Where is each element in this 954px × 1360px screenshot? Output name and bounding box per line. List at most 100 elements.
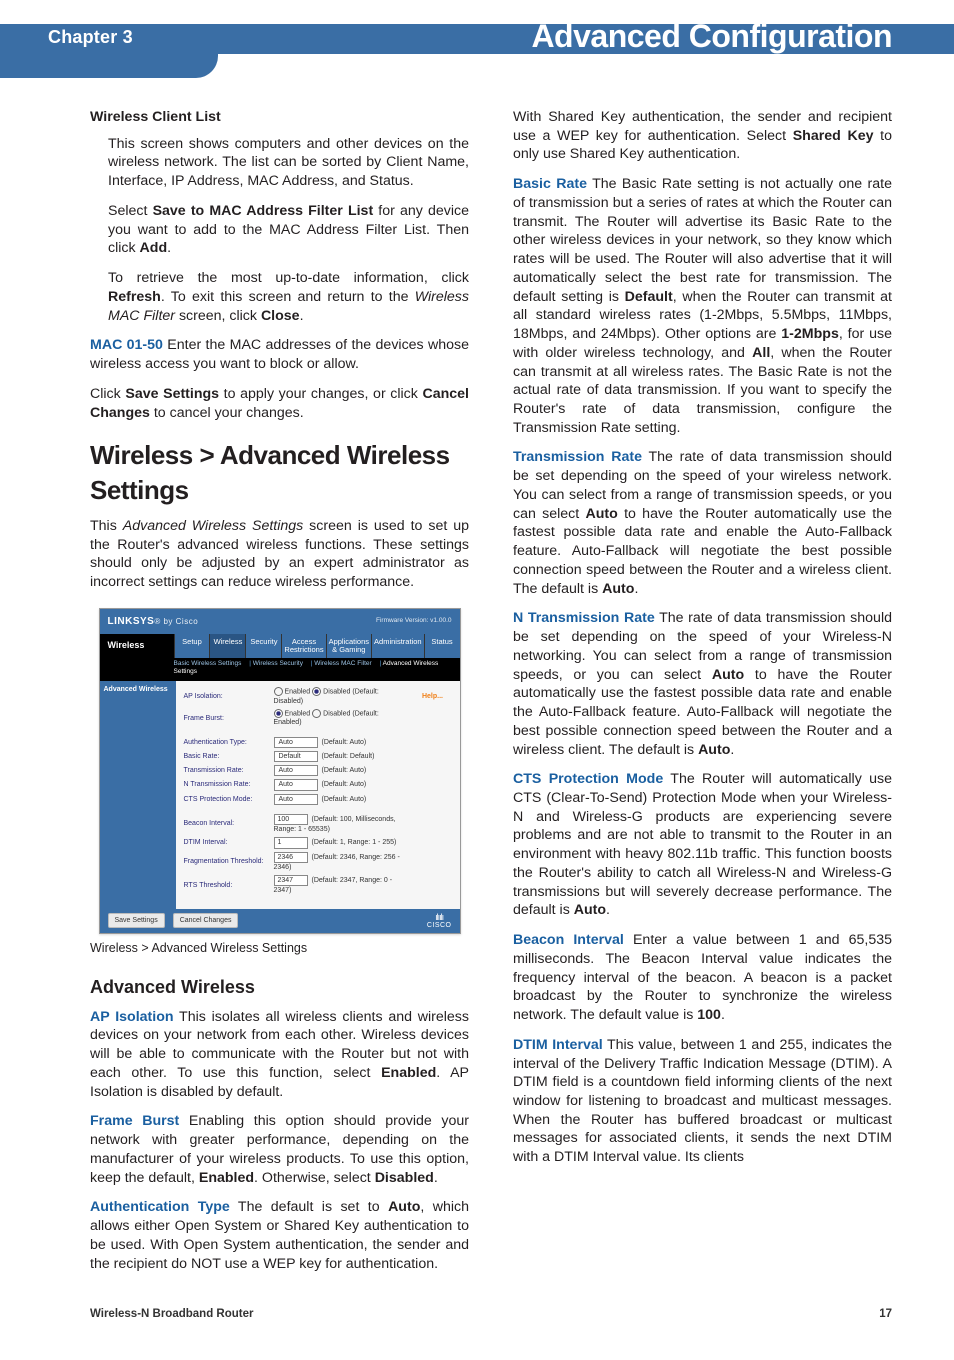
auth-type-para: Authentication Type The default is set t… (90, 1198, 469, 1273)
bold: Disabled (375, 1170, 434, 1186)
document-page: Chapter 3 Advanced Configuration Wireles… (0, 0, 954, 1360)
text: . (730, 742, 734, 758)
tab-security[interactable]: Security (245, 634, 281, 658)
text: to apply your changes, or click (219, 386, 422, 402)
dtim-interval-para: DTIM Interval This value, between 1 and … (513, 1036, 892, 1167)
input[interactable]: 100 (274, 814, 308, 825)
subtab-basic[interactable]: Basic Wireless Settings (174, 660, 242, 667)
bold: Save Settings (125, 386, 219, 402)
wcl-p3: To retrieve the most up-to-date informat… (108, 269, 469, 325)
default: (Default: Auto) (322, 796, 367, 803)
bold: Save to MAC Address Filter List (153, 203, 374, 219)
wcl-p1: This screen shows computers and other de… (108, 135, 469, 191)
label: CTS Protection Mode: (184, 795, 268, 804)
frame-burst-para: Frame Burst Enabling this option should … (90, 1112, 469, 1187)
text: The default is set to (230, 1199, 388, 1215)
tab-setup[interactable]: Setup (174, 634, 210, 658)
field-label: DTIM Interval (513, 1037, 603, 1053)
select[interactable]: Auto (274, 765, 318, 776)
default: (Default: Auto) (322, 739, 367, 746)
left-column: Wireless Client List This screen shows c… (90, 108, 469, 1284)
input[interactable]: 2346 (274, 852, 308, 863)
tab-apps[interactable]: Applications & Gaming (326, 634, 371, 658)
select[interactable]: Default (274, 751, 318, 762)
field-label: Basic Rate (513, 176, 587, 192)
opt: Enabled (285, 710, 311, 717)
radio-icon[interactable] (312, 687, 321, 696)
save-cancel-note: Click Save Settings to apply your change… (90, 385, 469, 422)
text: . (634, 581, 638, 597)
opt: Disabled (323, 710, 350, 717)
row-frame-burst: Frame Burst: Enabled Disabled (Default: … (184, 709, 452, 728)
text: . (721, 1007, 725, 1023)
select[interactable]: Auto (274, 794, 318, 805)
field-label: Transmission Rate (513, 449, 642, 465)
bold: Enabled (199, 1170, 254, 1186)
label: DTIM Interval: (184, 838, 268, 847)
label: Beacon Interval: (184, 819, 268, 828)
logo-by: by Cisco (163, 617, 198, 626)
default: (Default: Auto) (322, 767, 367, 774)
select[interactable]: Auto (274, 737, 318, 748)
tab-admin[interactable]: Administration (371, 634, 424, 658)
opt: Disabled (323, 688, 350, 695)
text: . (300, 308, 304, 324)
label: Authentication Type: (184, 738, 268, 747)
row-frag-threshold: Fragmentation Threshold: 2346(Default: 2… (184, 852, 452, 872)
text: The Router will automatically use CTS (C… (513, 771, 892, 918)
row-beacon-interval: Beacon Interval: 100(Default: 100, Milli… (184, 814, 452, 834)
input[interactable]: 2347 (274, 875, 308, 886)
row-tx-rate: Transmission Rate: Auto(Default: Auto) (184, 765, 452, 776)
cisco-logo: ılıılı CISCO (427, 913, 452, 929)
input[interactable]: 1 (274, 837, 308, 848)
default: (Default: Default) (322, 753, 375, 760)
fig-body: Advanced Wireless AP Isolation: Enabled … (100, 681, 460, 908)
wcl-body: This screen shows computers and other de… (90, 135, 469, 326)
tab-access[interactable]: Access Restrictions (281, 634, 325, 658)
logo-text: LINKSYS (108, 616, 155, 627)
bold: Add (140, 240, 168, 256)
bold: Shared Key (793, 128, 874, 144)
bold: 100 (697, 1007, 721, 1023)
cancel-changes-button[interactable]: Cancel Changes (173, 913, 239, 928)
row-n-tx-rate: N Transmission Rate: Auto(Default: Auto) (184, 779, 452, 790)
bold: Auto (585, 506, 617, 522)
default: (Default: 1, Range: 1 - 255) (312, 839, 397, 846)
content-columns: Wireless Client List This screen shows c… (0, 78, 954, 1284)
section-intro: This Advanced Wireless Settings screen i… (90, 517, 469, 592)
label: Basic Rate: (184, 752, 268, 761)
fig-footer: Save Settings Cancel Changes ılıılı CISC… (100, 909, 460, 933)
subtab-security[interactable]: Wireless Security (253, 660, 303, 667)
text: Click (90, 386, 125, 402)
cts-protection-para: CTS Protection Mode The Router will auto… (513, 770, 892, 920)
shared-key-para: With Shared Key authentication, the send… (513, 108, 892, 164)
text: . (167, 240, 171, 256)
bold: Refresh (108, 289, 161, 305)
row-auth-type: Authentication Type: Auto (Default: Auto) (184, 737, 452, 748)
text: . Otherwise, select (254, 1170, 375, 1186)
text: . (606, 902, 610, 918)
bold: 1-2Mbps (781, 326, 839, 342)
bold: Auto (698, 742, 730, 758)
chapter-label: Chapter 3 (48, 27, 133, 48)
save-settings-button[interactable]: Save Settings (108, 913, 165, 928)
ap-isolation-para: AP Isolation This isolates all wireless … (90, 1008, 469, 1102)
subtab-macfilter[interactable]: Wireless MAC Filter (314, 660, 371, 667)
field-label: Beacon Interval (513, 932, 624, 948)
radio-icon[interactable] (274, 709, 283, 718)
radio-icon[interactable] (274, 687, 283, 696)
italic: Advanced Wireless Settings (123, 518, 304, 534)
radio-icon[interactable] (312, 709, 321, 718)
row-rts-threshold: RTS Threshold: 2347(Default: 2347, Range… (184, 875, 452, 895)
select[interactable]: Auto (274, 779, 318, 790)
fig-side-label: Advanced Wireless (100, 681, 176, 908)
tab-wireless[interactable]: Wireless (209, 634, 245, 658)
linksys-logo: LINKSYS® by Cisco (108, 615, 199, 628)
fig-tab-row: Setup Wireless Security Access Restricti… (174, 634, 460, 658)
wcl-p2: Select Save to MAC Address Filter List f… (108, 202, 469, 258)
bold: Auto (602, 581, 634, 597)
text: This (90, 518, 123, 534)
tab-status[interactable]: Status (424, 634, 460, 658)
basic-rate-para: Basic Rate The Basic Rate setting is not… (513, 175, 892, 437)
help-link[interactable]: Help... (414, 692, 452, 701)
